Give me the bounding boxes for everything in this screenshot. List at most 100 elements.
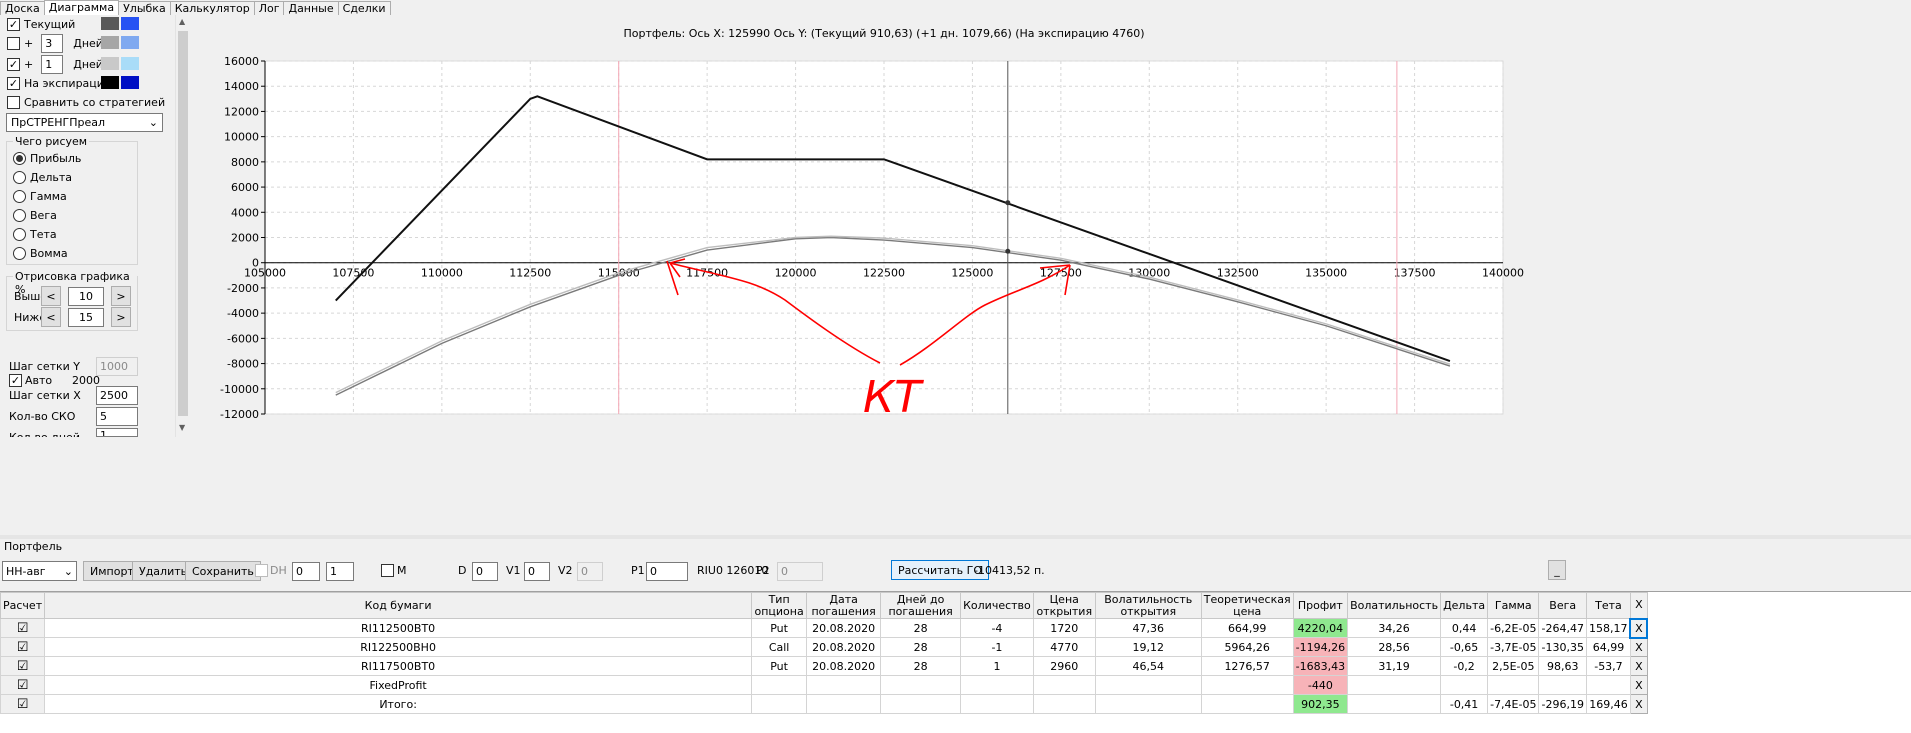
table-row[interactable]: ☑ RI117500BT0 Put 20.08.2020 28 1 2960 46,54 127… [0, 656, 1648, 676]
remove-row-button[interactable]: X [1629, 656, 1648, 676]
expiry-color-2[interactable] [121, 76, 139, 89]
above-decrease-button[interactable]: < [41, 286, 61, 306]
col-header-13[interactable]: Вега [1538, 592, 1587, 619]
remove-row-button[interactable]: X [1629, 617, 1649, 639]
col-header-0[interactable]: Расчет [0, 592, 46, 619]
radio-5[interactable] [13, 246, 26, 260]
what-to-draw-caption: Чего рисуем [13, 135, 90, 148]
tab-3[interactable]: Калькулятор [169, 1, 255, 15]
calc-checkbox[interactable]: ☑ [0, 618, 46, 638]
dh-checkbox[interactable] [255, 564, 268, 577]
below-input[interactable]: 15 [68, 308, 104, 327]
col-header-5[interactable]: Количество [960, 592, 1034, 619]
days3-color-1[interactable] [101, 36, 119, 49]
radio-row-2[interactable]: Гамма [13, 187, 67, 205]
days3-checkbox[interactable] [7, 36, 20, 50]
radio-label: Тета [30, 227, 57, 241]
radio-row-3[interactable]: Вега [13, 206, 57, 224]
days1-input[interactable]: 1 [41, 54, 64, 74]
calc-checkbox[interactable]: ☑ [0, 637, 46, 657]
col-header-14[interactable]: Тета [1585, 592, 1631, 619]
calc-checkbox[interactable]: ☑ [0, 694, 46, 714]
radio-row-0[interactable]: Прибыль [13, 149, 81, 167]
settings-scrollbar[interactable]: ▲ ▼ [175, 15, 189, 437]
current-checkbox[interactable]: ✓ [7, 17, 20, 31]
minimize-button[interactable]: _ [1548, 560, 1566, 580]
d-input[interactable]: 0 [472, 562, 498, 581]
days3-input[interactable]: 3 [41, 33, 64, 53]
tab-2[interactable]: Улыбка [118, 1, 171, 15]
p1-input[interactable]: 0 [646, 562, 688, 581]
compare-checkbox[interactable] [7, 95, 20, 109]
remove-row-button[interactable]: X [1629, 637, 1648, 657]
radio-3[interactable] [13, 208, 26, 222]
tab-5[interactable]: Данные [283, 1, 339, 15]
col-header-3[interactable]: Дата погашения [806, 592, 882, 619]
days3-color-2[interactable] [121, 36, 139, 49]
col-header-2[interactable]: Тип опциона [751, 592, 808, 619]
m-checkbox[interactable] [381, 564, 394, 577]
calc-checkbox[interactable]: ☑ [0, 656, 46, 676]
radio-2[interactable] [13, 189, 26, 203]
current-color-2[interactable] [121, 17, 139, 30]
above-input[interactable]: 10 [68, 287, 104, 306]
table-row[interactable]: ☑ FixedProfit -440 X [0, 675, 1648, 695]
scroll-thumb[interactable] [178, 31, 188, 416]
scroll-down-icon[interactable]: ▼ [179, 423, 185, 432]
cell: -4 [960, 618, 1034, 638]
expiry-checkbox[interactable]: ✓ [7, 76, 20, 90]
days-count-input[interactable]: 1 [96, 428, 138, 437]
radio-1[interactable] [13, 170, 26, 184]
col-header-9[interactable]: Профит [1292, 592, 1349, 619]
radio-0[interactable] [13, 151, 26, 165]
col-header-7[interactable]: Волатильность открытия [1094, 592, 1202, 619]
below-increase-button[interactable]: > [111, 307, 131, 327]
col-header-11[interactable]: Дельта [1440, 592, 1489, 619]
strategy-select[interactable]: ПрСТРЕНГПреал ⌄ [6, 113, 163, 132]
v2-input[interactable]: 0 [577, 562, 603, 581]
portfolio-select[interactable]: НН-авг ⌄ [2, 561, 77, 581]
col-header-15[interactable]: X [1629, 592, 1648, 619]
tab-0[interactable]: Доска [0, 1, 45, 15]
cell: 47,36 [1094, 618, 1202, 638]
dh-input-2[interactable]: 1 [326, 562, 354, 581]
p2-input[interactable]: 0 [777, 562, 823, 581]
remove-row-button[interactable]: X [1629, 675, 1648, 695]
tab-6[interactable]: Сделки [337, 1, 391, 15]
days1-color-2[interactable] [121, 57, 139, 70]
remove-row-button[interactable]: X [1629, 694, 1648, 714]
sko-input[interactable]: 5 [96, 407, 138, 426]
table-row[interactable]: ☑ RI122500BH0 Call 20.08.2020 28 -1 4770 19,12 5… [0, 637, 1648, 657]
current-color-1[interactable] [101, 17, 119, 30]
tab-1[interactable]: Диаграмма [43, 0, 120, 15]
days1-color-1[interactable] [101, 57, 119, 70]
v1-input[interactable]: 0 [524, 562, 550, 581]
y-tick-label: -12000 [220, 408, 259, 421]
col-header-10[interactable]: Волатильность [1347, 592, 1442, 619]
radio-row-1[interactable]: Дельта [13, 168, 72, 186]
days1-checkbox[interactable]: ✓ [7, 57, 20, 71]
tab-4[interactable]: Лог [253, 1, 285, 15]
grid-y-input[interactable]: 1000 [96, 357, 138, 376]
calc-checkbox[interactable]: ☑ [0, 675, 46, 695]
splitter[interactable] [0, 535, 1911, 539]
y-tick-label: 12000 [224, 105, 259, 118]
above-increase-button[interactable]: > [111, 286, 131, 306]
dh-input-1[interactable]: 0 [292, 562, 320, 581]
col-header-1[interactable]: Код бумаги [44, 592, 753, 619]
table-row[interactable]: ☑ Итого: 902,35 -0,41 -7,4E-05 -296,19 169,46 X [0, 694, 1648, 714]
save-button[interactable]: Сохранить [185, 561, 261, 581]
scroll-up-icon[interactable]: ▲ [179, 17, 185, 26]
radio-4[interactable] [13, 227, 26, 241]
table-row[interactable]: ☑ RI112500BT0 Put 20.08.2020 28 -4 1720 47,36 66… [0, 617, 1649, 639]
auto-checkbox[interactable]: ✓ [9, 374, 22, 387]
grid-x-input[interactable]: 2500 [96, 386, 138, 405]
col-header-8[interactable]: Теоретическая цена [1200, 592, 1294, 619]
col-header-4[interactable]: Дней до погашения [880, 592, 962, 619]
col-header-6[interactable]: Цена открытия [1032, 592, 1096, 619]
below-decrease-button[interactable]: < [41, 307, 61, 327]
radio-row-4[interactable]: Тета [13, 225, 57, 243]
radio-row-5[interactable]: Вомма [13, 244, 68, 262]
col-header-12[interactable]: Гамма [1487, 592, 1540, 619]
expiry-color-1[interactable] [101, 76, 119, 89]
